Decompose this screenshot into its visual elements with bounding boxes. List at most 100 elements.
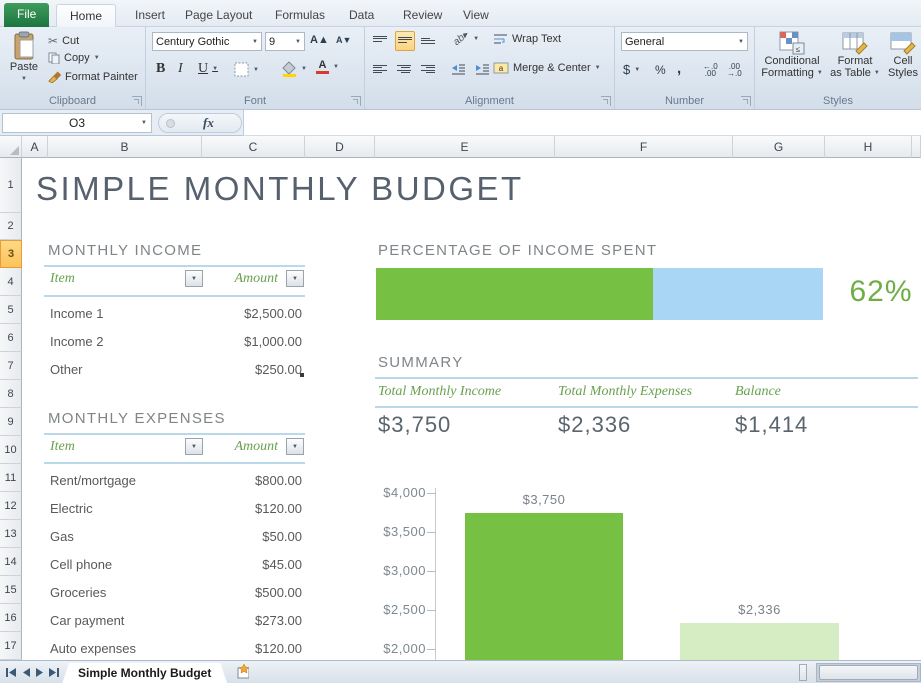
expense-row[interactable]: Gas$50.00 (48, 523, 304, 549)
select-all-corner[interactable] (0, 136, 22, 158)
paste-button[interactable]: Paste ▼ (6, 31, 42, 85)
accounting-format-button[interactable]: $▼ (623, 62, 640, 77)
income-amount-filter-button[interactable]: ▼ (286, 270, 304, 287)
alignment-dialog-launcher[interactable] (601, 96, 611, 106)
expense-row[interactable]: Electric$120.00 (48, 495, 304, 521)
tab-file[interactable]: File (4, 3, 49, 27)
insert-function-fx-icon[interactable]: fx (203, 115, 214, 131)
font-color-button[interactable]: A ▼ (316, 60, 339, 74)
align-right-button[interactable] (421, 63, 437, 75)
borders-button[interactable]: ▼ (234, 62, 259, 77)
increase-indent-button[interactable] (475, 63, 490, 75)
income-heading[interactable]: MONTHLY INCOME (48, 242, 202, 259)
row-header-4[interactable]: 4 (0, 268, 22, 296)
align-top-button[interactable] (373, 34, 389, 43)
row-header-1[interactable]: 1 (0, 158, 22, 213)
expenses-amount-filter-button[interactable]: ▼ (286, 438, 304, 455)
row-header-15[interactable]: 15 (0, 576, 22, 604)
cut-button[interactable]: ✂ Cut (48, 34, 79, 48)
align-center-button[interactable] (397, 63, 413, 75)
row-header-13[interactable]: 13 (0, 520, 22, 548)
row-header-17[interactable]: 17 (0, 632, 22, 660)
format-as-table-button[interactable]: Format as Table▼ (829, 31, 881, 79)
column-header-c[interactable]: C (202, 136, 305, 158)
percent-spent-heading[interactable]: PERCENTAGE OF INCOME SPENT (378, 242, 657, 259)
row-header-12[interactable]: 12 (0, 492, 22, 520)
income-row[interactable]: Income 1$2,500.00 (48, 300, 304, 326)
column-header-h[interactable]: H (825, 136, 912, 158)
summary-col-expenses[interactable]: Total Monthly Expenses (558, 384, 692, 400)
clipboard-dialog-launcher[interactable] (132, 96, 142, 106)
decrease-decimal-button[interactable]: .00→.0 (727, 63, 742, 77)
expense-row[interactable]: Groceries$500.00 (48, 579, 304, 605)
summary-col-balance[interactable]: Balance (735, 384, 781, 400)
row-header-8[interactable]: 8 (0, 380, 22, 408)
tab-home[interactable]: Home (56, 4, 116, 27)
row-header-2[interactable]: 2 (0, 213, 22, 240)
expenses-heading[interactable]: MONTHLY EXPENSES (48, 410, 226, 427)
italic-button[interactable]: I (178, 61, 183, 77)
next-sheet-button[interactable] (33, 665, 46, 679)
decrease-indent-button[interactable] (451, 63, 466, 75)
last-sheet-button[interactable] (47, 665, 60, 679)
column-header-a[interactable]: A (22, 136, 48, 158)
format-painter-button[interactable]: Format Painter (48, 71, 138, 83)
row-header-10[interactable]: 10 (0, 436, 22, 464)
summary-value-expenses[interactable]: $2,336 (558, 412, 631, 438)
cell-styles-button[interactable]: Cell Styles (885, 31, 921, 79)
expense-row[interactable]: Cell phone$45.00 (48, 551, 304, 577)
expenses-item-header[interactable]: Item (50, 439, 75, 455)
copy-button[interactable]: Copy ▼ (48, 52, 100, 64)
income-item-header[interactable]: Item (50, 271, 75, 287)
previous-sheet-button[interactable] (19, 665, 32, 679)
summary-value-balance[interactable]: $1,414 (735, 412, 808, 438)
row-header-14[interactable]: 14 (0, 548, 22, 576)
fill-color-button[interactable]: ▼ (282, 61, 307, 77)
number-dialog-launcher[interactable] (741, 96, 751, 106)
conditional-formatting-button[interactable]: ≤ Conditional Formatting▼ (759, 31, 825, 79)
income-amount-header[interactable]: Amount (192, 271, 278, 287)
comma-style-button[interactable]: , (677, 60, 681, 77)
grow-font-button[interactable]: A▲ (310, 34, 329, 46)
row-header-3-selected[interactable]: 3 (0, 240, 22, 268)
expense-row[interactable]: Rent/mortgage$800.00 (48, 467, 304, 493)
insert-worksheet-button[interactable] (236, 664, 249, 678)
table-resize-handle[interactable] (300, 373, 304, 377)
column-header-g[interactable]: G (733, 136, 825, 158)
sheet-tab-simple-monthly-budget[interactable]: Simple Monthly Budget (62, 663, 227, 683)
orientation-button[interactable]: ab▸ ▼ (453, 33, 479, 44)
row-header-5[interactable]: 5 (0, 296, 22, 324)
row-header-7[interactable]: 7 (0, 352, 22, 380)
wrap-text-button[interactable]: Wrap Text (493, 33, 561, 45)
tab-split-handle[interactable] (799, 664, 807, 681)
horizontal-scrollbar-thumb[interactable] (819, 665, 918, 680)
column-header-e[interactable]: E (375, 136, 555, 158)
column-header-d[interactable]: D (305, 136, 375, 158)
tab-view[interactable]: View (450, 4, 502, 27)
font-name-combo[interactable]: Century Gothic ▼ (152, 32, 262, 51)
expense-row[interactable]: Auto expenses$120.00 (48, 635, 304, 660)
tab-insert[interactable]: Insert (122, 4, 178, 27)
align-left-button[interactable] (373, 63, 389, 75)
shrink-font-button[interactable]: A▼ (336, 35, 351, 45)
row-header-16[interactable]: 16 (0, 604, 22, 632)
formula-input[interactable] (243, 110, 921, 136)
merge-center-button[interactable]: a Merge & Center ▼ (493, 62, 601, 74)
expenses-amount-header[interactable]: Amount (192, 439, 278, 455)
increase-decimal-button[interactable]: ←.0.00 (703, 63, 718, 77)
summary-value-income[interactable]: $3,750 (378, 412, 451, 438)
row-header-11[interactable]: 11 (0, 464, 22, 492)
tab-formulas[interactable]: Formulas (262, 4, 338, 27)
row-header-6[interactable]: 6 (0, 324, 22, 352)
percent-spent-value[interactable]: 62% (840, 275, 921, 309)
underline-button[interactable]: U▼ (198, 61, 218, 77)
income-row[interactable]: Income 2$1,000.00 (48, 328, 304, 354)
column-header-b[interactable]: B (48, 136, 202, 158)
tab-review[interactable]: Review (390, 4, 455, 27)
font-dialog-launcher[interactable] (351, 96, 361, 106)
font-size-combo[interactable]: 9 ▼ (265, 32, 305, 51)
summary-col-income[interactable]: Total Monthly Income (378, 384, 501, 400)
tab-page-layout[interactable]: Page Layout (172, 4, 265, 27)
number-format-combo[interactable]: General ▼ (621, 32, 748, 51)
first-sheet-button[interactable] (4, 665, 17, 679)
